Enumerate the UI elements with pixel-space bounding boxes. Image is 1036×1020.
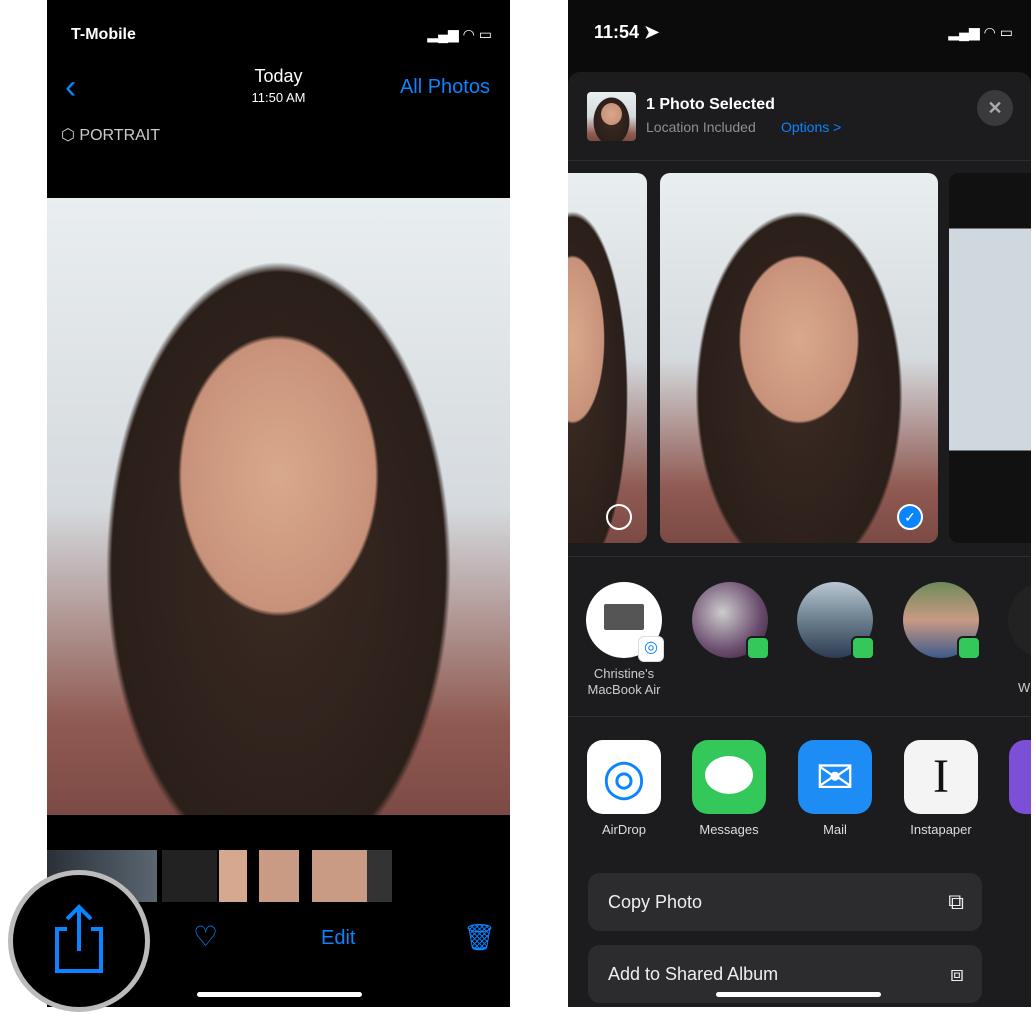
favorite-heart-icon[interactable]: ♡ [193,920,218,953]
app-label: Messages [699,822,759,837]
main-photo[interactable] [47,198,510,815]
copy-icon: ⧉ [948,889,964,914]
messages-badge-icon [746,636,770,660]
share-button-callout[interactable] [8,870,150,1012]
airdrop-app-icon[interactable]: ◎ [587,740,661,814]
copy-photo-action[interactable]: Copy Photo ⧉ [588,873,982,931]
shared-album-icon: ⧈ [950,961,964,986]
location-arrow-icon: ➤ [644,22,660,42]
status-icons: ▂▄▆ ◠ ▭ [427,26,492,42]
app-label: Mail [823,822,847,837]
messages-app-icon[interactable] [692,740,766,814]
instapaper-app-icon[interactable]: I [904,740,978,814]
airdrop-device-macbook[interactable]: ◎ [586,582,664,662]
carousel-photo-prev[interactable] [568,173,647,543]
edit-button[interactable]: Edit [321,927,355,950]
sheet-title: 1 Photo Selected [646,96,775,113]
messages-badge-icon [957,636,981,660]
mail-app-icon[interactable]: ✉ [798,740,872,814]
location-included-label: Location Included [646,119,756,135]
app-label: AirDrop [601,822,647,837]
airdrop-badge-icon: ◎ [638,636,664,662]
carousel-photo-next[interactable] [949,173,1031,543]
laptop-icon [604,604,644,630]
cube-icon: ⬡ [61,127,80,144]
home-indicator [197,992,362,997]
status-icons: ▂▄▆ ◠ ▭ [948,24,1013,40]
messages-badge-icon [851,636,875,660]
photos-app-screen: T-Mobile ▂▄▆ ◠ ▭ ‹ Today 11:50 AM All Ph… [47,0,510,1007]
contact-name-partial: W [1018,680,1031,695]
selected-photo-thumbnail [587,92,636,141]
portrait-badge: ⬡ PORTRAIT [61,127,161,144]
trash-icon[interactable]: 🗑 [463,922,496,953]
close-button[interactable]: ✕ [977,90,1013,126]
home-indicator [716,992,881,997]
status-time: 11:54 ➤ [594,22,660,42]
carrier-label: T-Mobile [71,26,136,43]
share-icon [55,904,103,973]
next-app-icon[interactable] [1009,740,1031,814]
app-label: Instapaper [910,822,972,837]
unselected-circle-icon[interactable] [606,504,632,530]
carousel-photo-selected[interactable] [660,173,938,543]
checkmark-icon[interactable]: ✓ [897,504,923,530]
airdrop-device-name: Christine's MacBook Air [587,666,661,697]
share-sheet-screen: 11:54 ➤ ▂▄▆ ◠ ▭ 1 Photo Selected Locatio… [568,0,1031,1007]
options-link[interactable]: Options > [781,119,841,135]
all-photos-button[interactable]: All Photos [400,76,490,99]
